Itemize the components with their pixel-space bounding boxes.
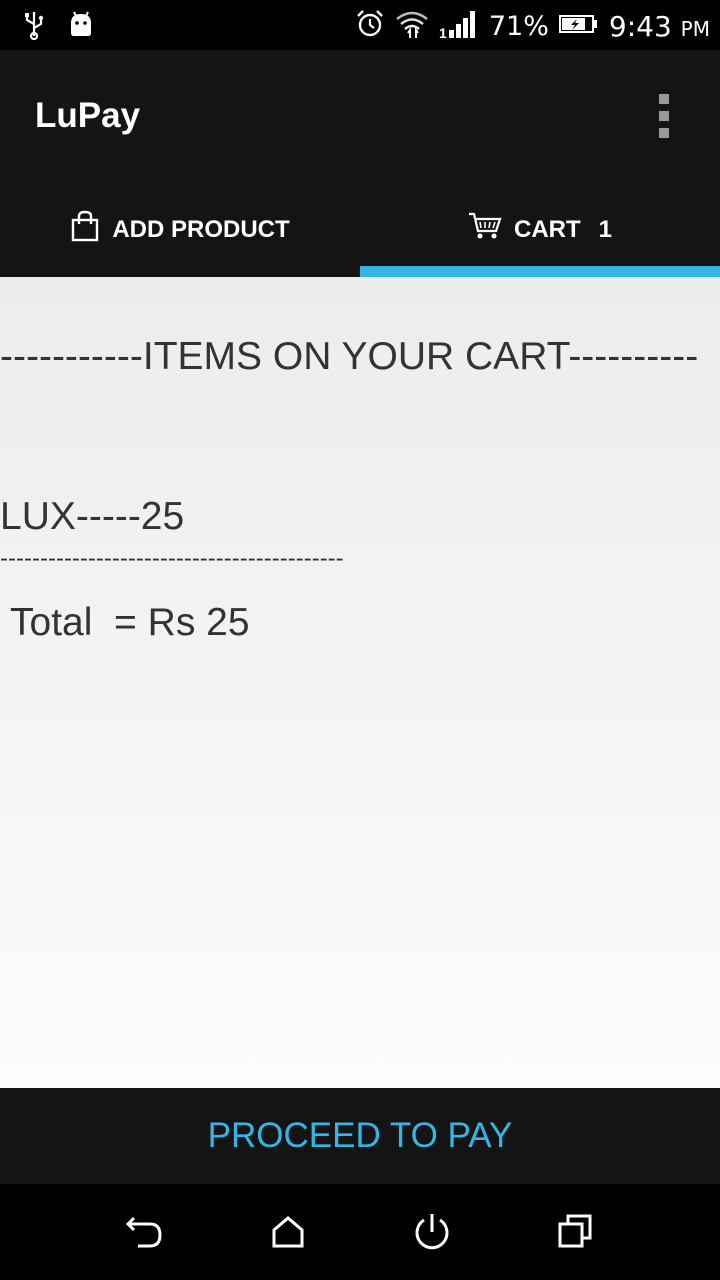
screen: 1 71% 9:43 PM LuPay ADD PRODUCT CART 1 -…: [0, 0, 720, 1280]
usb-icon: [22, 10, 46, 44]
alarm-icon: [355, 9, 385, 43]
signal-icon: 1: [439, 9, 479, 43]
recent-apps-icon[interactable]: [552, 1208, 600, 1256]
cart-header: -----------ITEMS ON YOUR CART----------: [0, 335, 699, 378]
tab-add-product[interactable]: ADD PRODUCT: [0, 182, 360, 277]
proceed-to-pay-button[interactable]: PROCEED TO PAY: [188, 1108, 533, 1164]
android-icon: [68, 11, 94, 43]
power-icon[interactable]: [408, 1208, 456, 1256]
cart-total: Total = Rs 25: [10, 601, 250, 644]
navigation-bar: [0, 1184, 720, 1280]
cart-divider: ----------------------------------------…: [0, 545, 344, 572]
cart-content: -----------ITEMS ON YOUR CART---------- …: [0, 277, 720, 1088]
battery-charging-icon: [558, 14, 599, 38]
pay-bar: PROCEED TO PAY: [0, 1088, 720, 1184]
tab-cart[interactable]: CART 1: [360, 182, 720, 277]
cart-count-badge: 1: [598, 215, 612, 243]
action-bar: LuPay: [0, 50, 720, 182]
tab-add-product-label: ADD PRODUCT: [112, 215, 290, 243]
cart-item: LUX-----25: [0, 495, 185, 538]
svg-text:1: 1: [439, 25, 447, 39]
tab-cart-label: CART: [513, 215, 581, 243]
shopping-bag-icon: [70, 210, 100, 249]
status-bar: 1 71% 9:43 PM: [0, 0, 720, 50]
app-title: LuPay: [35, 96, 141, 135]
back-icon[interactable]: [120, 1208, 168, 1256]
wifi-icon: [395, 9, 429, 43]
home-icon[interactable]: [264, 1208, 312, 1256]
status-clock: 9:43 PM: [608, 9, 710, 43]
battery-percent: 71%: [488, 10, 549, 42]
tab-bar: ADD PRODUCT CART 1: [0, 182, 720, 277]
overflow-menu-icon[interactable]: [654, 94, 674, 138]
selected-tab-indicator: [360, 266, 720, 277]
cart-icon: [468, 211, 502, 248]
